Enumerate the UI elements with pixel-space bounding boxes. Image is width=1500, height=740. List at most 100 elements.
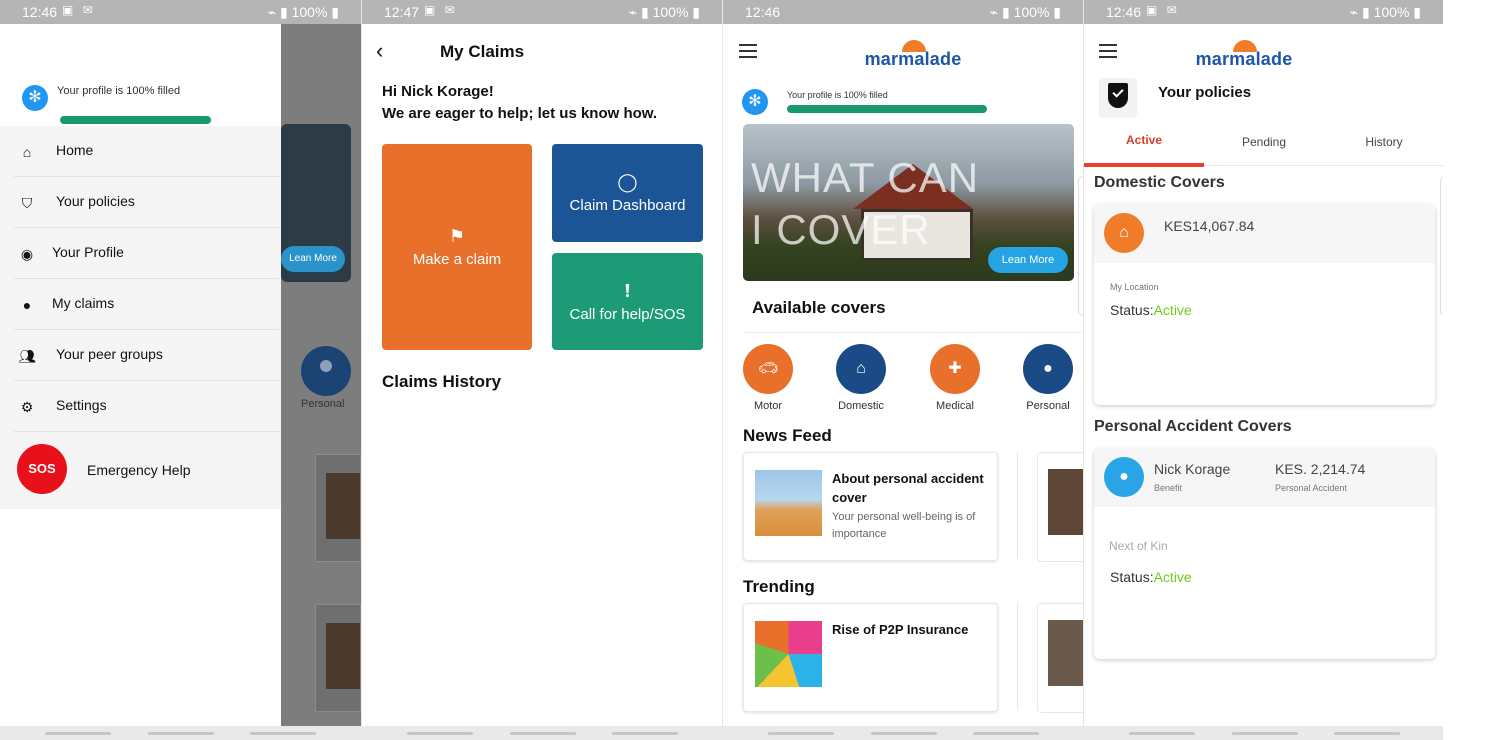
status-time: 12:46 xyxy=(745,4,781,20)
flag-icon: ⚑ xyxy=(448,226,466,246)
menu-item-your-profile[interactable]: ◉ Your Profile xyxy=(14,228,279,279)
tab-pending[interactable]: Pending xyxy=(1204,122,1324,166)
policies-screen: 12:46 ▣ ✉ ⌁ ▮ 100% ▮ marmalade Your poli… xyxy=(1083,0,1443,740)
tab-history[interactable]: History xyxy=(1324,122,1443,166)
card-header: ⌂ KES14,067.84 xyxy=(1094,205,1435,263)
status-right: ⌁ ▮ 100% ▮ xyxy=(1349,4,1421,20)
person-icon: ● xyxy=(1104,457,1144,497)
trending-thumbnail xyxy=(755,621,822,687)
hero-banner[interactable]: WHAT CAN I COVER Lean More xyxy=(743,124,1074,281)
learn-more-button[interactable]: Lean More xyxy=(988,247,1068,273)
page-title: Your policies xyxy=(1158,84,1252,101)
profile-progress-header: ✻ Your profile is 100% filled xyxy=(0,24,281,126)
status-row: Status:Active xyxy=(1110,569,1192,585)
medical-icon: ✚ xyxy=(930,344,980,394)
personal-accident-policy-card[interactable]: ● Nick Korage Benefit KES. 2,214.74 Pers… xyxy=(1094,449,1435,659)
location-label: My Location xyxy=(1110,282,1159,292)
domestic-policy-card[interactable]: ⌂ KES14,067.84 My Location Status:Active xyxy=(1094,205,1435,405)
hamburger-menu-icon[interactable] xyxy=(739,44,757,58)
cover-personal[interactable]: ● Personal xyxy=(1018,344,1078,412)
profile-progress-bar xyxy=(787,105,987,113)
cover-medical[interactable]: ✚ Medical xyxy=(925,344,985,412)
profile-progress-bar xyxy=(60,116,211,124)
policy-amount: KES. 2,214.74 xyxy=(1275,461,1366,477)
status-bar: 12:46 ▣ ✉ ⌁ ▮ 100% ▮ xyxy=(0,0,361,24)
drawer-menu: ⌂ Home ⛉ Your policies ◉ Your Profile ● … xyxy=(0,126,281,509)
next-news-peek xyxy=(1037,452,1083,562)
status-time: 12:46 xyxy=(1106,4,1142,20)
profile-progress-text: Your profile is 100% filled xyxy=(57,85,181,97)
back-arrow-icon[interactable]: ‹ xyxy=(376,38,383,64)
car-icon: 🚗︎ xyxy=(743,344,793,394)
news-card[interactable]: About personal accident cover Your perso… xyxy=(743,452,998,561)
notification-icons: ▣ ✉ xyxy=(1146,3,1180,17)
news-thumbnail xyxy=(755,470,822,536)
next-card-peek xyxy=(1440,176,1443,316)
logo-wordmark: marmalade xyxy=(1195,49,1293,69)
navigation-drawer: ✻ Your profile is 100% filled ⌂ Home ⛉ Y… xyxy=(0,24,281,726)
page-title: My Claims xyxy=(440,42,525,61)
house-icon: ⌂ xyxy=(836,344,886,394)
next-trending-peek xyxy=(1037,603,1083,713)
menu-item-my-claims[interactable]: ● My claims xyxy=(14,279,279,330)
marmalade-logo: marmalade xyxy=(1184,37,1304,71)
make-claim-label: Make a claim xyxy=(412,251,502,268)
house-icon: ⌂ xyxy=(1104,213,1144,253)
battery-level: 100% xyxy=(652,4,689,20)
menu-item-peer-groups[interactable]: 👥︎ Your peer groups xyxy=(14,330,279,381)
status-badge: Active xyxy=(1153,569,1192,585)
notification-icons: ▣ ✉ xyxy=(62,3,96,17)
tab-active[interactable]: Active xyxy=(1084,122,1204,167)
trending-card[interactable]: Rise of P2P Insurance xyxy=(743,603,998,712)
marmalade-logo: marmalade xyxy=(853,37,973,71)
claims-history-title: Claims History xyxy=(382,372,502,391)
divider xyxy=(1017,452,1018,558)
hero-line-2: I COVER xyxy=(751,206,931,253)
background-thumb xyxy=(315,604,361,712)
cover-label: Domestic xyxy=(838,400,884,412)
status-right: ⌁ ▮ 100% ▮ xyxy=(628,4,700,20)
status-right: ⌁ ▮ 100% ▮ xyxy=(989,4,1061,20)
person-icon: ● xyxy=(1023,344,1073,394)
emergency-help-label[interactable]: Emergency Help xyxy=(87,462,191,478)
logo-wordmark: marmalade xyxy=(864,49,962,69)
status-badge: Active xyxy=(1153,302,1192,318)
card-header: ● Nick Korage Benefit KES. 2,214.74 Pers… xyxy=(1094,449,1435,507)
insured-name: Nick Korage xyxy=(1154,461,1231,477)
greeting: Hi Nick Korage! xyxy=(382,83,494,100)
menu-item-settings[interactable]: ⚙ Settings xyxy=(14,381,279,432)
menu-item-home[interactable]: ⌂ Home xyxy=(14,126,279,177)
hamburger-menu-icon[interactable] xyxy=(1099,44,1117,58)
benefit-label: Benefit xyxy=(1154,483,1183,493)
profile-gear-icon[interactable]: ✻ xyxy=(742,89,768,115)
shield-check-icon xyxy=(1099,78,1137,118)
call-for-help-label: Call for help/SOS xyxy=(569,306,686,323)
cover-domestic[interactable]: ⌂ Domestic xyxy=(831,344,891,412)
call-for-help-button[interactable]: ❗︎ Call for help/SOS xyxy=(552,253,703,350)
menu-item-your-policies[interactable]: ⛉ Your policies xyxy=(14,177,279,228)
profile-gear-icon[interactable]: ✻ xyxy=(22,85,48,111)
claim-dashboard-button[interactable]: ◯ Claim Dashboard xyxy=(552,144,703,242)
status-time: 12:46 xyxy=(22,4,58,20)
divider xyxy=(743,332,1083,333)
claims-screen: 12:47 ▣ ✉ ⌁ ▮ 100% ▮ ‹ My Claims Hi Nick… xyxy=(361,0,722,740)
news-description: Your personal well-being is of importanc… xyxy=(832,511,976,540)
divider xyxy=(1017,603,1018,709)
battery-level: 100% xyxy=(1013,4,1050,20)
cover-motor[interactable]: 🚗︎ Motor xyxy=(738,344,798,412)
menu-item-label: Home xyxy=(56,142,94,158)
status-time: 12:47 xyxy=(384,4,420,20)
trending-title-text: Rise of P2P Insurance xyxy=(832,622,969,637)
system-nav-bar xyxy=(1084,726,1443,740)
background-personal-icon xyxy=(301,346,351,396)
dimmed-background[interactable]: Lean More Personal xyxy=(281,24,361,726)
sos-button[interactable]: SOS xyxy=(17,444,67,494)
cover-type-label: Personal Accident xyxy=(1275,483,1348,493)
make-claim-button[interactable]: ⚑ Make a claim xyxy=(382,144,532,350)
profile-icon: ◉ xyxy=(20,246,34,262)
cover-label: Medical xyxy=(936,400,974,412)
status-bar: 12:47 ▣ ✉ ⌁ ▮ 100% ▮ xyxy=(362,0,722,24)
claims-icon: ● xyxy=(22,297,32,313)
peer-groups-icon: 👥︎ xyxy=(18,348,36,364)
claim-dashboard-label: Claim Dashboard xyxy=(569,197,686,214)
